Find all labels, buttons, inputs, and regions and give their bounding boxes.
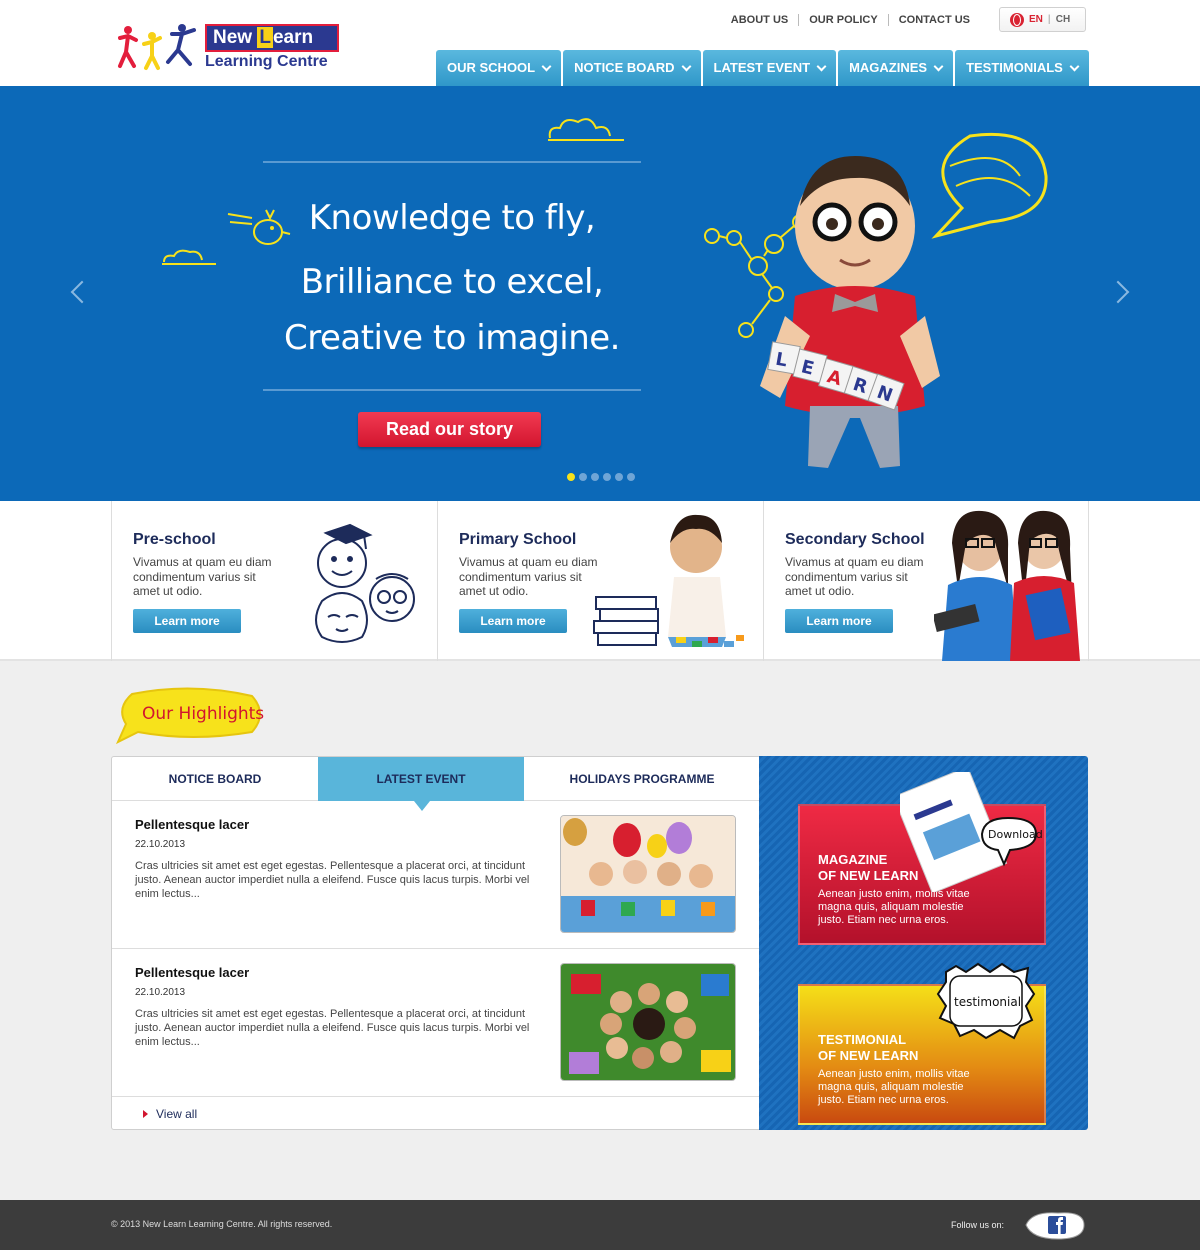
lang-ch[interactable]: CH: [1056, 14, 1070, 25]
bullet-arrow-icon: [143, 1110, 148, 1118]
slider-dots: [567, 473, 635, 481]
follow-us-label: Follow us on:: [951, 1220, 1005, 1230]
logo[interactable]: New Learn Learning Centre: [116, 22, 346, 76]
hero-slider: Knowledge to fly, Brilliance to excel, C…: [0, 86, 1200, 501]
slider-dot[interactable]: [567, 473, 575, 481]
event-title[interactable]: Pellentesque lacer: [135, 817, 249, 832]
chevron-down-icon: [1069, 61, 1080, 71]
event-title[interactable]: Pellentesque lacer: [135, 965, 249, 980]
school-desc: Vivamus at quam eu diam condimentum vari…: [785, 555, 924, 598]
hero-slogan-line1: Knowledge to fly,: [308, 198, 596, 238]
cloud-doodle-icon: [548, 118, 624, 141]
testimonial-bubble-label: testimonial: [954, 995, 1021, 1009]
tab-latest-event[interactable]: LATEST EVENT: [318, 757, 524, 811]
tab-holidays-programme[interactable]: HOLIDAYS PROGRAMME: [524, 757, 760, 801]
chevron-down-icon: [933, 61, 944, 71]
preschool-doodle-image: [315, 523, 415, 643]
hero-kid-image: L E A R N: [704, 132, 1048, 468]
nav-magazines[interactable]: MAGAZINES: [838, 50, 954, 86]
chevron-down-icon: [816, 61, 827, 71]
hero-slogan-line2: Brilliance to excel,: [300, 262, 604, 302]
promo-desc: Aenean justo enim, mollis vitae magna qu…: [818, 888, 970, 926]
event-desc: Cras ultricies sit amet est eget egestas…: [135, 860, 530, 900]
slider-dot[interactable]: [603, 473, 611, 481]
party-photo-image: [561, 816, 735, 932]
school-title: Secondary School: [785, 531, 925, 548]
event-thumbnail[interactable]: [560, 815, 736, 933]
lang-separator: |: [1047, 14, 1051, 25]
school-card-primary: Primary School Vivamus at quam eu diam c…: [437, 501, 763, 661]
school-desc: Vivamus at quam eu diam condimentum vari…: [133, 555, 272, 598]
learn-more-button[interactable]: Learn more: [785, 609, 893, 633]
tab-notice-board[interactable]: NOTICE BOARD: [112, 757, 318, 801]
primary-school-image: [593, 514, 744, 647]
download-bubble-label[interactable]: Download: [988, 828, 1043, 841]
testimonial-bubble-icon: testimonial: [936, 962, 1036, 1040]
slider-dot[interactable]: [579, 473, 587, 481]
learn-more-button[interactable]: Learn more: [133, 609, 241, 633]
about-us-link[interactable]: ABOUT US: [721, 14, 798, 26]
lang-en[interactable]: EN: [1029, 14, 1043, 25]
event-item[interactable]: Pellentesque lacer 22.10.2013 Cras ultri…: [112, 949, 760, 1097]
footer: © 2013 New Learn Learning Centre. All ri…: [0, 1200, 1200, 1250]
event-date: 22.10.2013: [135, 987, 186, 998]
nav-notice-board[interactable]: NOTICE BOARD: [563, 50, 701, 86]
nav-latest-event[interactable]: LATEST EVENT: [702, 50, 837, 86]
facebook-icon[interactable]: [1022, 1209, 1086, 1241]
copyright: © 2013 New Learn Learning Centre. All ri…: [111, 1219, 333, 1229]
main-nav: OUR SCHOOL NOTICE BOARD LATEST EVENT MAG…: [436, 50, 1089, 86]
school-card-preschool: Pre-school Vivamus at quam eu diam condi…: [111, 501, 437, 661]
view-all-link[interactable]: View all: [143, 1107, 197, 1121]
learn-more-button[interactable]: Learn more: [459, 609, 567, 633]
cloud-doodle-icon: [162, 249, 216, 265]
hero-slogan-line3: Creative to imagine.: [284, 318, 621, 358]
language-switcher: EN | CH: [999, 7, 1086, 32]
event-item[interactable]: Pellentesque lacer 22.10.2013 Cras ultri…: [112, 801, 760, 949]
kids-circle-photo-image: [561, 964, 735, 1080]
top-links: ABOUT US OUR POLICY CONTACT US: [721, 14, 980, 26]
school-card-secondary: Secondary School Vivamus at quam eu diam…: [763, 501, 1089, 661]
arrow-left-icon[interactable]: [70, 280, 94, 304]
school-title: Primary School: [459, 531, 577, 548]
globe-icon: [1010, 12, 1024, 27]
read-our-story-button[interactable]: Read our story: [358, 412, 541, 447]
highlights-title: Our Highlights: [142, 704, 265, 724]
nav-our-school[interactable]: OUR SCHOOL: [436, 50, 562, 86]
school-levels: Pre-school Vivamus at quam eu diam condi…: [0, 501, 1200, 661]
hero-divider-bottom: [263, 389, 641, 391]
chevron-down-icon: [681, 61, 691, 71]
school-title: Pre-school: [133, 531, 216, 548]
promo-title: TESTIMONIAL OF NEW LEARN: [818, 1032, 919, 1063]
event-date: 22.10.2013: [135, 839, 186, 850]
contact-us-link[interactable]: CONTACT US: [887, 14, 980, 26]
logo-figures-icon: [118, 24, 196, 70]
promo-desc: Aenean justo enim, mollis vitae magna qu…: [818, 1068, 970, 1106]
event-desc: Cras ultricies sit amet est eget egestas…: [135, 1008, 530, 1048]
logo-subtitle: Learning Centre: [205, 53, 328, 70]
event-thumbnail[interactable]: [560, 963, 736, 1081]
highlights-title-badge: Our Highlights: [112, 684, 267, 746]
slider-dot[interactable]: [627, 473, 635, 481]
highlights-panel: NOTICE BOARD LATEST EVENT HOLIDAYS PROGR…: [111, 756, 761, 1130]
chevron-down-icon: [541, 61, 552, 71]
view-all-label[interactable]: View all: [156, 1107, 197, 1121]
logo-wordmark: New Learn: [205, 24, 339, 52]
our-policy-link[interactable]: OUR POLICY: [798, 14, 887, 26]
magazine-promo[interactable]: MAGAZINE OF NEW LEARN Aenean justo enim, …: [798, 772, 1046, 945]
nav-testimonials[interactable]: TESTIMONIALS: [955, 50, 1089, 86]
slider-dot[interactable]: [591, 473, 599, 481]
hero-divider-top: [263, 161, 641, 163]
magazine-cover-image: Download: [900, 772, 1043, 892]
school-desc: Vivamus at quam eu diam condimentum vari…: [459, 555, 598, 598]
header: New Learn Learning Centre ABOUT US OUR P…: [0, 0, 1200, 86]
secondary-school-image: [934, 510, 1080, 661]
arrow-right-icon[interactable]: [1106, 280, 1130, 304]
testimonial-promo[interactable]: TESTIMONIAL OF NEW LEARN Aenean justo eni…: [798, 962, 1046, 1125]
slider-dot[interactable]: [615, 473, 623, 481]
highlights-tabs: NOTICE BOARD LATEST EVENT HOLIDAYS PROGR…: [112, 757, 760, 811]
